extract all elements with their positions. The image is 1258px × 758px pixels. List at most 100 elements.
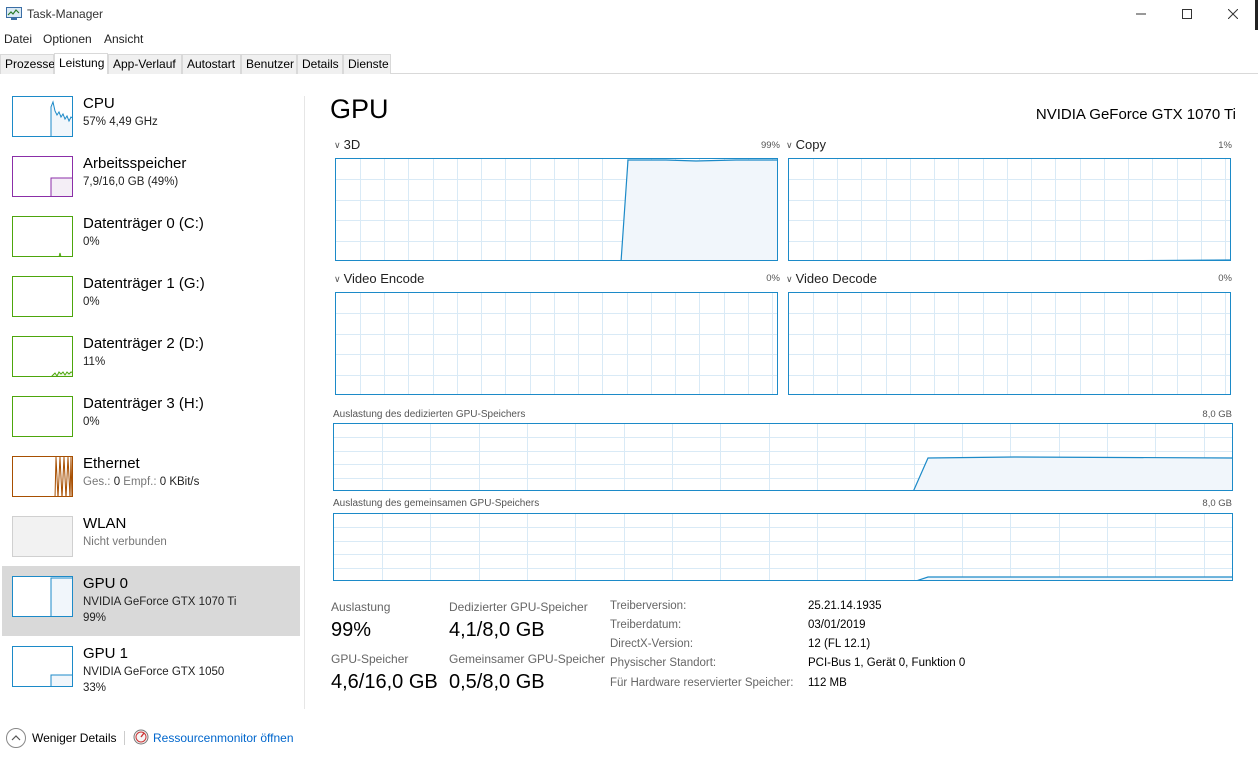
driver-version-value: 25.21.14.1935	[808, 600, 882, 612]
graph-video-encode	[335, 292, 778, 395]
minimize-icon	[1136, 13, 1146, 15]
disk-thumbnail-graph	[12, 336, 73, 377]
shared-memory-stat-label: Gemeinsamer GPU-Speicher	[449, 652, 606, 666]
engine-percent: 0%	[1218, 273, 1232, 284]
sidebar-divider	[304, 96, 305, 709]
dedicated-memory-label: Auslastung des dedizierten GPU-Speichers	[333, 409, 526, 420]
graph-3d	[335, 158, 778, 261]
sidebar-item-label: Arbeitsspeicher	[83, 155, 187, 172]
shared-memory-stat-value: 0,5/8,0 GB	[449, 671, 545, 693]
sidebar-item-value: 0%	[83, 416, 100, 428]
tab-details[interactable]: Details	[297, 54, 343, 74]
sidebar-item-value: Nicht verbunden	[83, 536, 167, 548]
gpu-memory-label: GPU-Speicher	[331, 652, 409, 666]
engine-percent: 0%	[766, 273, 780, 284]
sidebar-item-label: WLAN	[83, 515, 127, 532]
directx-version-value: 12 (FL 12.1)	[808, 638, 871, 650]
dedicated-memory-max: 8,0 GB	[1202, 409, 1232, 420]
menu-optionen[interactable]: Optionen	[43, 32, 92, 46]
title-bar: Task-Manager	[0, 0, 1258, 28]
disk-thumbnail-graph	[12, 216, 73, 257]
physical-location-value: PCI-Bus 1, Gerät 0, Funktion 0	[808, 657, 966, 669]
sidebar-item-label: GPU 1	[83, 645, 129, 662]
sidebar-item-gpu-1[interactable]: GPU 1 NVIDIA GeForce GTX 1050 33%	[2, 636, 300, 706]
minimize-button[interactable]	[1118, 0, 1164, 28]
collapse-details-button[interactable]	[6, 728, 26, 748]
engine-percent: 99%	[760, 140, 780, 151]
engine-selector-copy[interactable]: ∨ Copy	[786, 137, 826, 152]
engine-percent: 1%	[1218, 140, 1232, 151]
resource-monitor-icon	[133, 729, 149, 745]
driver-version-label: Treiberversion:	[610, 600, 687, 612]
chevron-up-icon	[11, 735, 21, 741]
engine-selector-3d[interactable]: ∨ 3D	[334, 137, 360, 152]
graph-shared-memory	[333, 513, 1233, 581]
sidebar-item-percent: 99%	[83, 612, 107, 624]
maximize-icon	[1182, 9, 1192, 19]
tab-leistung[interactable]: Leistung	[54, 53, 108, 74]
sidebar-item-label: GPU 0	[83, 575, 129, 592]
shared-memory-max: 8,0 GB	[1202, 498, 1232, 509]
menu-ansicht[interactable]: Ansicht	[104, 32, 143, 46]
engine-selector-video-encode[interactable]: ∨ Video Encode	[334, 271, 424, 286]
chevron-down-icon: ∨	[334, 274, 341, 284]
sidebar-item-value: 57% 4,49 GHz	[83, 116, 158, 128]
driver-date-label: Treiberdatum:	[610, 619, 682, 631]
chevron-down-icon: ∨	[786, 274, 793, 284]
disk-thumbnail-graph	[12, 276, 73, 317]
ethernet-thumbnail-graph	[12, 456, 73, 497]
physical-location-label: Physischer Standort:	[610, 657, 717, 669]
tab-prozesse[interactable]: Prozesse	[0, 54, 55, 74]
sidebar-item-label: Datenträger 0 (C:)	[83, 215, 204, 232]
sidebar-item-value: Ges.: 0 Empf.: 0 KBit/s	[83, 476, 199, 488]
reserved-memory-label: Für Hardware reservierter Speicher:	[610, 677, 794, 689]
sent-label: Ges.:	[83, 476, 111, 488]
footer-separator	[124, 731, 125, 745]
sidebar-item-label: Ethernet	[83, 455, 140, 472]
close-icon	[1228, 9, 1238, 19]
gpu0-thumbnail-graph	[12, 576, 73, 617]
dedicated-memory-stat-label: Dedizierter GPU-Speicher	[449, 600, 588, 614]
engine-selector-video-decode[interactable]: ∨ Video Decode	[786, 271, 877, 286]
directx-version-label: DirectX-Version:	[610, 638, 694, 650]
task-manager-icon	[6, 7, 22, 20]
tab-benutzer[interactable]: Benutzer	[241, 54, 297, 74]
sidebar-item-value: NVIDIA GeForce GTX 1050	[83, 666, 225, 678]
engine-label: Video Decode	[795, 271, 878, 286]
less-details-link[interactable]: Weniger Details	[32, 731, 116, 745]
sidebar-item-value: 0%	[83, 296, 100, 308]
shared-memory-label: Auslastung des gemeinsamen GPU-Speichers	[333, 498, 540, 509]
resource-sidebar: CPU 57% 4,49 GHz Arbeitsspeicher 7,9/16,…	[0, 86, 302, 710]
graph-video-decode	[788, 292, 1231, 395]
cpu-thumbnail-graph	[12, 96, 73, 137]
received-value: 0 KBit/s	[159, 476, 200, 488]
graph-copy	[788, 158, 1231, 261]
tab-autostart[interactable]: Autostart	[182, 54, 241, 74]
gpu-model-name: NVIDIA GeForce GTX 1070 Ti	[1035, 106, 1236, 123]
engine-label: 3D	[343, 137, 361, 152]
gpu1-thumbnail-graph	[12, 646, 73, 687]
driver-date-value: 03/01/2019	[808, 619, 866, 631]
received-label: Empf.:	[123, 476, 157, 488]
sidebar-item-gpu-0[interactable]: GPU 0 NVIDIA GeForce GTX 1070 Ti 99%	[2, 566, 300, 636]
sidebar-item-label: Datenträger 2 (D:)	[83, 335, 204, 352]
tab-app-verlauf[interactable]: App-Verlauf	[108, 54, 182, 74]
engine-label: Video Encode	[343, 271, 425, 286]
disk-thumbnail-graph	[12, 396, 73, 437]
reserved-memory-value: 112 MB	[808, 677, 847, 689]
close-button[interactable]	[1210, 0, 1256, 28]
sidebar-item-label: Datenträger 1 (G:)	[83, 275, 205, 292]
wlan-thumbnail-graph	[12, 516, 73, 557]
menu-datei[interactable]: Datei	[4, 32, 32, 46]
chevron-down-icon: ∨	[334, 140, 341, 150]
sidebar-item-percent: 33%	[83, 682, 107, 694]
maximize-button[interactable]	[1164, 0, 1210, 28]
sidebar-item-label: CPU	[83, 95, 115, 112]
sidebar-item-value: NVIDIA GeForce GTX 1070 Ti	[83, 596, 237, 608]
sidebar-item-value: 7,9/16,0 GB (49%)	[83, 176, 179, 188]
utilization-label: Auslastung	[331, 600, 391, 614]
tab-dienste[interactable]: Dienste	[343, 54, 391, 74]
dedicated-memory-stat-value: 4,1/8,0 GB	[449, 619, 545, 641]
open-resource-monitor-link[interactable]: Ressourcenmonitor öffnen	[153, 731, 294, 745]
engine-label: Copy	[795, 137, 826, 152]
